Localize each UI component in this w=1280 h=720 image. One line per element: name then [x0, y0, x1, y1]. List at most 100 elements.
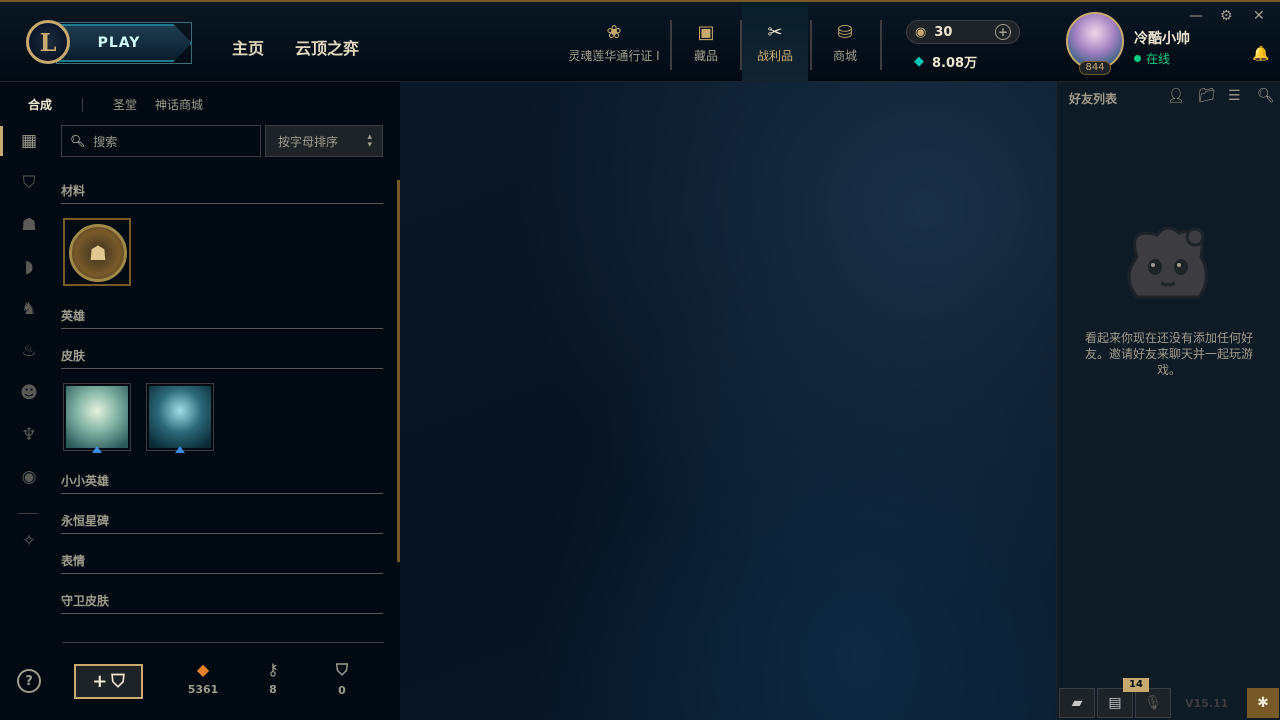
notification-bell-icon[interactable]: 🔔	[1252, 46, 1269, 62]
minimize-icon[interactable]: —	[1189, 8, 1203, 24]
skin-portrait	[66, 386, 128, 448]
skin-portrait	[149, 386, 211, 448]
nav-pass-label: 灵魂莲华通行证 I	[568, 48, 660, 63]
nav-loot-label: 战利品	[756, 48, 793, 63]
craft-key-button[interactable]: + ⛉	[74, 664, 143, 699]
nav-pass[interactable]: ❀ 灵魂莲华通行证 I	[566, 2, 662, 84]
orange-essence-icon: ◆	[196, 660, 210, 679]
section-skins: 皮肤	[61, 347, 383, 369]
section-materials: 材料	[61, 182, 383, 204]
nav-divider	[880, 20, 882, 70]
play-button[interactable]: PLAY	[58, 24, 192, 62]
category-divider	[18, 513, 38, 514]
friends-title: 好友列表	[1069, 92, 1118, 106]
chest-count: ⛉ 0	[322, 660, 362, 697]
help-icon[interactable]: ?	[17, 669, 41, 693]
nav-home[interactable]: 主页	[232, 35, 264, 59]
level-badge: 844	[1079, 61, 1111, 75]
skin-rarity-marker-icon	[92, 446, 102, 453]
poro-illustration-icon	[1127, 226, 1208, 299]
empty-friends-message: 看起来你现在还没有添加任何好友。邀请好友来聊天并一起玩游戏。	[1084, 331, 1253, 377]
nav-collection[interactable]: ▣ 藏品	[674, 2, 738, 84]
search-input[interactable]: 🔍︎ 搜索	[61, 125, 261, 157]
dropdown-arrows-icon: ▴ ▾	[367, 132, 372, 150]
tab-mythic-shop[interactable]: 神话商城	[155, 96, 203, 113]
unread-badge: 14	[1123, 678, 1149, 692]
nav-loot[interactable]: ✂ 战利品	[742, 2, 808, 84]
status-text: 在线	[1146, 52, 1171, 66]
be-balance: ◆ 8.08万	[914, 52, 977, 71]
be-amount: 8.08万	[932, 56, 978, 71]
section-ward-skins: 守卫皮肤	[61, 592, 383, 614]
loot-tile-skin[interactable]	[63, 383, 131, 453]
champion-capsule-icon: ☗	[69, 224, 127, 282]
tab-sanctum[interactable]: 圣堂	[113, 96, 137, 113]
nav-store-label: 商城	[832, 48, 857, 63]
orange-essence-count: ◆ 5361	[183, 660, 223, 696]
emote-face-icon[interactable]: ☻	[16, 380, 42, 406]
chat-icon[interactable]: ▰	[1059, 688, 1095, 718]
nav-divider	[670, 20, 672, 70]
loot-icon: ✂	[767, 21, 783, 43]
section-eternals: 永恒星碑	[61, 512, 383, 534]
close-icon[interactable]: ✕	[1253, 8, 1265, 24]
friends-panel: 好友列表 👤︎ 📁︎ ☰ 🔍︎ 看起来你现在还没有添加任何好友。邀请好友来聊天并…	[1056, 82, 1280, 720]
league-logo-icon[interactable]: L	[26, 20, 70, 64]
nav-collection-label: 藏品	[693, 48, 718, 63]
chest-value: 0	[338, 684, 346, 697]
online-dot	[1134, 55, 1141, 62]
rp-balance: ◉ 30 +	[906, 20, 1020, 44]
plus-icon: +	[92, 671, 108, 692]
category-active-indicator	[0, 126, 3, 156]
chest-icon: ⛉	[111, 671, 125, 692]
all-categories-grid-icon[interactable]: ▦	[16, 128, 42, 154]
champion-helmet-icon[interactable]: ☗	[16, 212, 42, 238]
chest-icon: ⛉	[335, 660, 348, 679]
loot-subtabs: 合成 圣堂 神话商城	[28, 96, 221, 113]
microphone-icon[interactable]: 🎙︎	[1135, 688, 1171, 718]
search-placeholder: 搜索	[93, 134, 118, 149]
status-indicator[interactable]: 在线	[1134, 50, 1170, 67]
section-champions: 英雄	[61, 307, 383, 329]
section-tft: 小小英雄	[61, 472, 383, 494]
ward-icon[interactable]: ♆	[16, 422, 42, 448]
little-legend-icon[interactable]: ♞	[16, 296, 42, 322]
eternals-flame-icon[interactable]: ♨	[16, 338, 42, 364]
buy-rp-button[interactable]: +	[995, 24, 1011, 40]
sort-label: 按字母排序	[278, 134, 339, 149]
skin-mask-icon[interactable]: ◗	[16, 254, 42, 280]
section-emotes: 表情	[61, 552, 383, 574]
add-friend-icon[interactable]: 👤︎	[1167, 88, 1185, 104]
key-icon: ⚷	[267, 660, 279, 679]
settings-gear-icon[interactable]: ⚙	[1220, 8, 1233, 24]
subtab-divider	[82, 97, 84, 112]
skin-rarity-marker-icon	[175, 446, 185, 453]
profile-icon-category-icon[interactable]: ◉	[16, 464, 42, 490]
add-folder-icon[interactable]: 📁︎	[1198, 88, 1216, 104]
loot-tile-material[interactable]: ☗	[63, 218, 131, 286]
top-navigation-bar: PLAY L 主页 云顶之弈 ❀ 灵魂莲华通行证 I ▣ 藏品 ✂ 战利品 ⛁ …	[0, 0, 1280, 84]
nav-tft[interactable]: 云顶之弈	[295, 35, 359, 59]
nav-store[interactable]: ⛁ 商城	[812, 2, 878, 84]
rp-amount: 30	[934, 24, 953, 40]
orange-essence-value: 5361	[187, 683, 219, 696]
bug-report-icon[interactable]: ✱	[1247, 688, 1279, 718]
username[interactable]: 冷酷小帅	[1134, 28, 1190, 48]
list-view-icon[interactable]: ☰	[1228, 88, 1241, 104]
client-version: V15.11	[1185, 696, 1229, 710]
loot-tile-skin[interactable]	[146, 383, 214, 453]
messages-icon[interactable]: ▤	[1097, 688, 1133, 718]
other-loot-icon[interactable]: ✧	[16, 528, 42, 554]
key-value: 8	[269, 683, 277, 696]
friend-search-icon[interactable]: 🔍︎	[1257, 88, 1275, 104]
collection-icon: ▣	[697, 21, 715, 43]
blue-essence-icon: ◆	[914, 54, 924, 69]
search-icon: 🔍︎	[70, 134, 86, 148]
tab-crafting[interactable]: 合成	[28, 96, 52, 113]
chest-category-icon[interactable]: ⛉	[16, 170, 42, 196]
store-icon: ⛁	[837, 21, 853, 43]
lotus-icon: ❀	[606, 21, 622, 43]
key-fragment-count: ⚷ 8	[253, 660, 293, 696]
rp-icon: ◉	[915, 24, 927, 40]
sort-dropdown[interactable]: 按字母排序 ▴ ▾	[265, 125, 383, 157]
